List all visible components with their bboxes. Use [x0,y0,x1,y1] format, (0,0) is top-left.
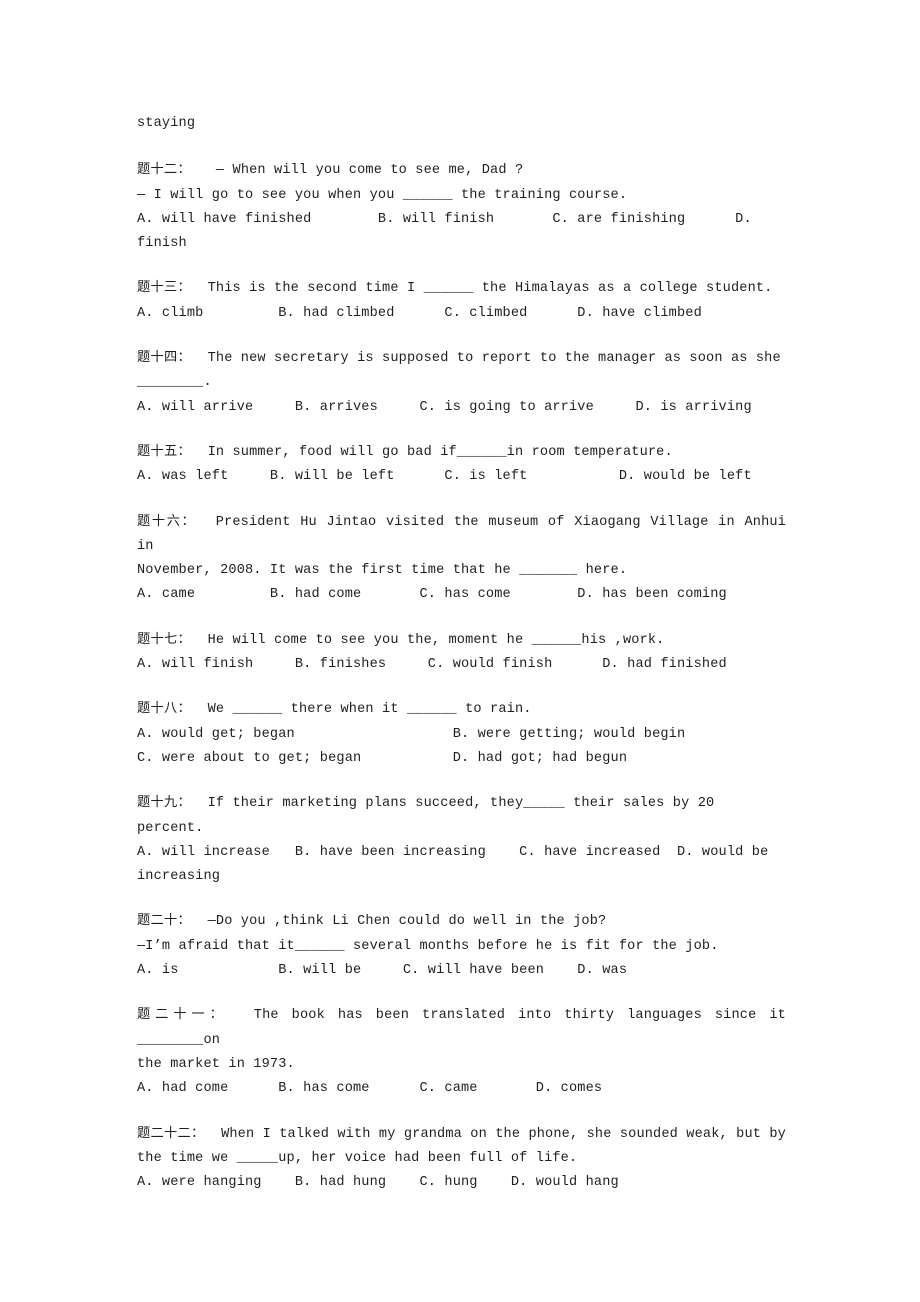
question-22-number: 题二十二： [137,1125,205,1141]
question-18-stem-text-1: We ______ there when it ______ to rain. [207,702,532,718]
question-block-19: 题十九： If their marketing plans succeed, t… [137,791,786,889]
orphan-word: staying [137,116,196,131]
question-19-options-line-1: A. will increase B. have been increasing… [137,844,769,860]
question-block-13: 题十三： This is the second time I ______ th… [137,276,786,326]
question-block-22: 题二十二： When I talked with my grandma on t… [137,1122,786,1196]
orphan-line-block: staying [137,112,786,136]
question-12-number: 题十二： [137,162,191,178]
question-21-stem-line-1: 题二十一： The book has been translated into … [137,1003,786,1053]
question-block-14: 题十四： The new secretary is supposed to re… [137,346,786,420]
question-19-stem-text-1: If their marketing plans succeed, they__… [207,796,715,812]
question-20-number: 题二十： [137,913,191,929]
question-12-stem-line-2: — I will go to see you when you ______ t… [137,187,628,203]
question-18-options-line-2: C. were about to get; began D. had got; … [137,750,628,766]
question-block-16: 题十六： President Hu Jintao visited the mus… [137,510,786,608]
question-block-15: 题十五： In summer, food will go bad if_____… [137,440,786,490]
question-16-stem-line-1: 题十六： President Hu Jintao visited the mus… [137,510,786,560]
question-13-stem-text-1: This is the second time I ______ the Him… [207,281,773,297]
question-block-12: 题十二： — When will you come to see me, Dad… [137,158,786,256]
question-15-stem-line-1: 题十五： In summer, food will go bad if_____… [137,440,786,465]
question-12-options: A. will have finished B. will finish C. … [137,211,761,252]
question-15-options: A. was left B. will be left C. is left D… [137,469,752,485]
document-page: staying 题十二： — When will you come to see… [0,0,920,1302]
question-22-options: A. were hanging B. had hung C. hung D. w… [137,1175,619,1191]
question-16-stem-line-2: November, 2008. It was the first time th… [137,563,628,579]
question-15-number: 题十五： [137,443,191,459]
question-14-stem-line-1: 题十四： The new secretary is supposed to re… [137,346,786,371]
question-16-number: 题十六： [137,513,197,529]
question-14-stem-text-1: The new secretary is supposed to report … [207,351,781,367]
question-12-stem-text-1: — When will you come to see me, Dad ? [215,163,524,179]
question-18-stem-line-1: 题十八： We ______ there when it ______ to r… [137,697,786,722]
question-20-stem-text-1: —Do you ,think Li Chen could do well in … [207,914,607,930]
question-20-options: A. is B. will be C. will have been D. wa… [137,963,628,979]
question-block-20: 题二十： —Do you ,think Li Chen could do wel… [137,909,786,983]
question-21-options: A. had come B. has come C. came D. comes [137,1081,603,1097]
question-17-options: A. will finish B. finishes C. would fini… [137,657,727,673]
question-14-number: 题十四： [137,350,191,366]
question-17-stem-line-1: 题十七： He will come to see you the, moment… [137,628,786,653]
question-22-stem-line-1: 题二十二： When I talked with my grandma on t… [137,1122,786,1147]
question-21-stem-line-2: the market in 1973. [137,1056,295,1072]
question-block-18: 题十八： We ______ there when it ______ to r… [137,697,786,771]
question-block-21: 题二十一： The book has been translated into … [137,1003,786,1101]
question-13-number: 题十三： [137,280,191,296]
question-18-number: 题十八： [137,701,191,717]
question-22-stem-text-1: When I talked with my grandma on the pho… [221,1126,786,1142]
question-19-options-line-2: increasing [137,869,221,885]
question-14-stem-line-2: ________. [137,375,212,391]
question-19-number: 题十九： [137,795,191,811]
question-19-stem-line-2: percent. [137,820,204,836]
question-14-options: A. will arrive B. arrives C. is going to… [137,399,752,415]
question-20-stem-line-2: —I’m afraid that it______ several months… [137,938,719,954]
question-21-number: 题二十一： [137,1007,228,1023]
document-content: staying 题十二： — When will you come to see… [137,112,786,1215]
question-22-stem-line-2: the time we _____up, her voice had been … [137,1150,578,1166]
question-16-options: A. came B. had come C. has come D. has b… [137,587,727,603]
question-16-stem-text-1: President Hu Jintao visited the museum o… [137,514,795,554]
question-12-stem-line-1: 题十二： — When will you come to see me, Dad… [137,158,786,183]
question-15-stem-text-1: In summer, food will go bad if______in r… [207,444,673,460]
question-21-stem-text-1: The book has been translated into thirty… [137,1008,795,1048]
question-17-stem-text-1: He will come to see you the, moment he _… [207,632,665,648]
question-13-stem-line-1: 题十三： This is the second time I ______ th… [137,276,786,301]
question-20-stem-line-1: 题二十： —Do you ,think Li Chen could do wel… [137,909,786,934]
question-19-stem-line-1: 题十九： If their marketing plans succeed, t… [137,791,786,816]
question-block-17: 题十七： He will come to see you the, moment… [137,628,786,678]
question-18-options-line-1: A. would get; began B. were getting; wou… [137,726,686,742]
question-13-options: A. climb B. had climbed C. climbed D. ha… [137,305,702,321]
question-17-number: 题十七： [137,631,191,647]
